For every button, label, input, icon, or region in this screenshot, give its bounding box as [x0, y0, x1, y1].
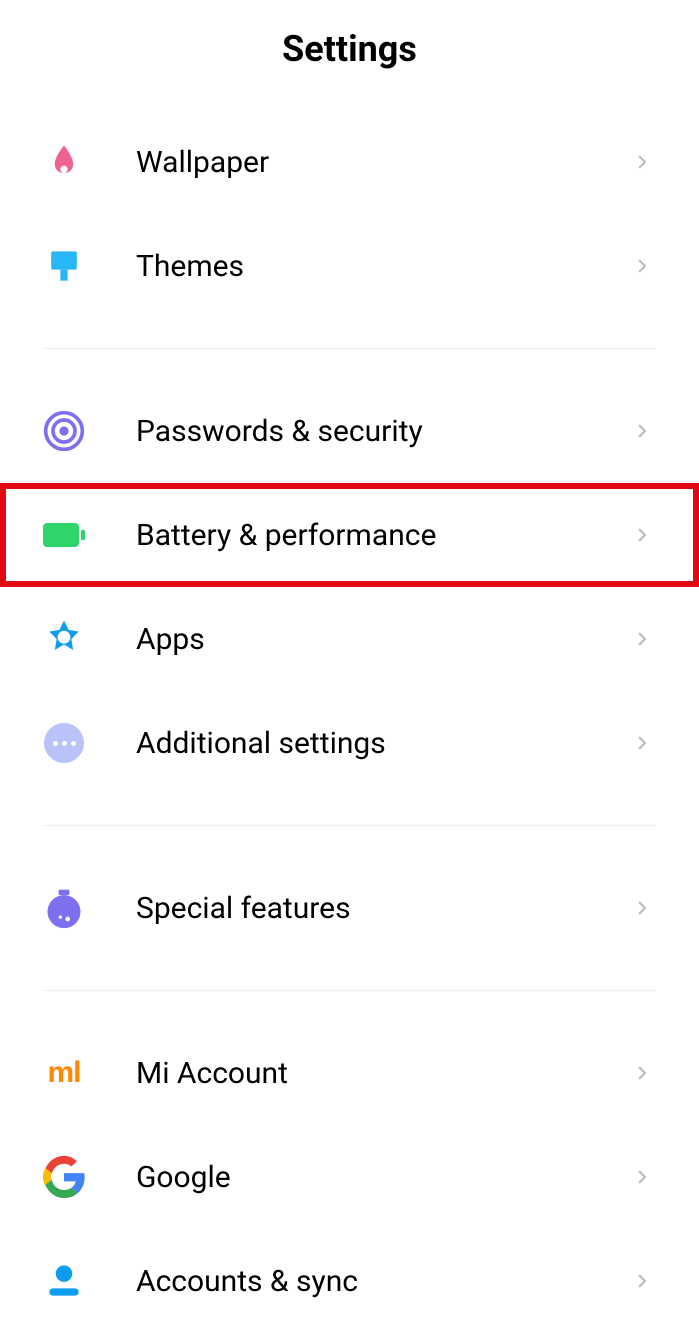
settings-item-apps[interactable]: Apps [0, 587, 699, 691]
chevron-right-icon [633, 257, 651, 275]
settings-item-google[interactable]: Google [0, 1125, 699, 1229]
themes-icon [42, 244, 86, 288]
page-title: Settings [0, 28, 699, 70]
section-divider [44, 348, 655, 349]
settings-item-label: Passwords & security [136, 414, 633, 449]
chevron-right-icon [633, 630, 651, 648]
settings-item-label: Battery & performance [136, 518, 633, 553]
chevron-right-icon [633, 899, 651, 917]
google-icon [42, 1155, 86, 1199]
settings-item-wallpaper[interactable]: Wallpaper [0, 110, 699, 214]
accounts-icon [42, 1259, 86, 1303]
settings-item-label: Themes [136, 249, 633, 284]
chevron-right-icon [633, 153, 651, 171]
section-divider [44, 990, 655, 991]
settings-item-label: Wallpaper [136, 145, 633, 180]
apps-icon [42, 617, 86, 661]
settings-item-battery-performance[interactable]: Battery & performance [0, 483, 699, 587]
chevron-right-icon [633, 422, 651, 440]
chevron-right-icon [633, 734, 651, 752]
chevron-right-icon [633, 1272, 651, 1290]
battery-icon [42, 513, 86, 557]
wallpaper-icon [42, 140, 86, 184]
security-icon [42, 409, 86, 453]
mi-icon: ml [42, 1051, 86, 1095]
chevron-right-icon [633, 1064, 651, 1082]
settings-item-mi-account[interactable]: ml Mi Account [0, 1021, 699, 1125]
header: Settings [0, 0, 699, 110]
chevron-right-icon [633, 1168, 651, 1186]
settings-item-label: Accounts & sync [136, 1264, 633, 1299]
chevron-right-icon [633, 526, 651, 544]
settings-item-accounts-sync[interactable]: Accounts & sync [0, 1229, 699, 1333]
settings-item-label: Google [136, 1160, 633, 1195]
settings-item-label: Special features [136, 891, 633, 926]
settings-item-label: Mi Account [136, 1056, 633, 1091]
settings-item-label: Apps [136, 622, 633, 657]
settings-item-passwords-security[interactable]: Passwords & security [0, 379, 699, 483]
settings-item-special-features[interactable]: Special features [0, 856, 699, 960]
section-divider [44, 825, 655, 826]
special-icon [42, 886, 86, 930]
additional-icon [42, 721, 86, 765]
settings-item-additional-settings[interactable]: Additional settings [0, 691, 699, 795]
settings-item-label: Additional settings [136, 726, 633, 761]
settings-item-themes[interactable]: Themes [0, 214, 699, 318]
